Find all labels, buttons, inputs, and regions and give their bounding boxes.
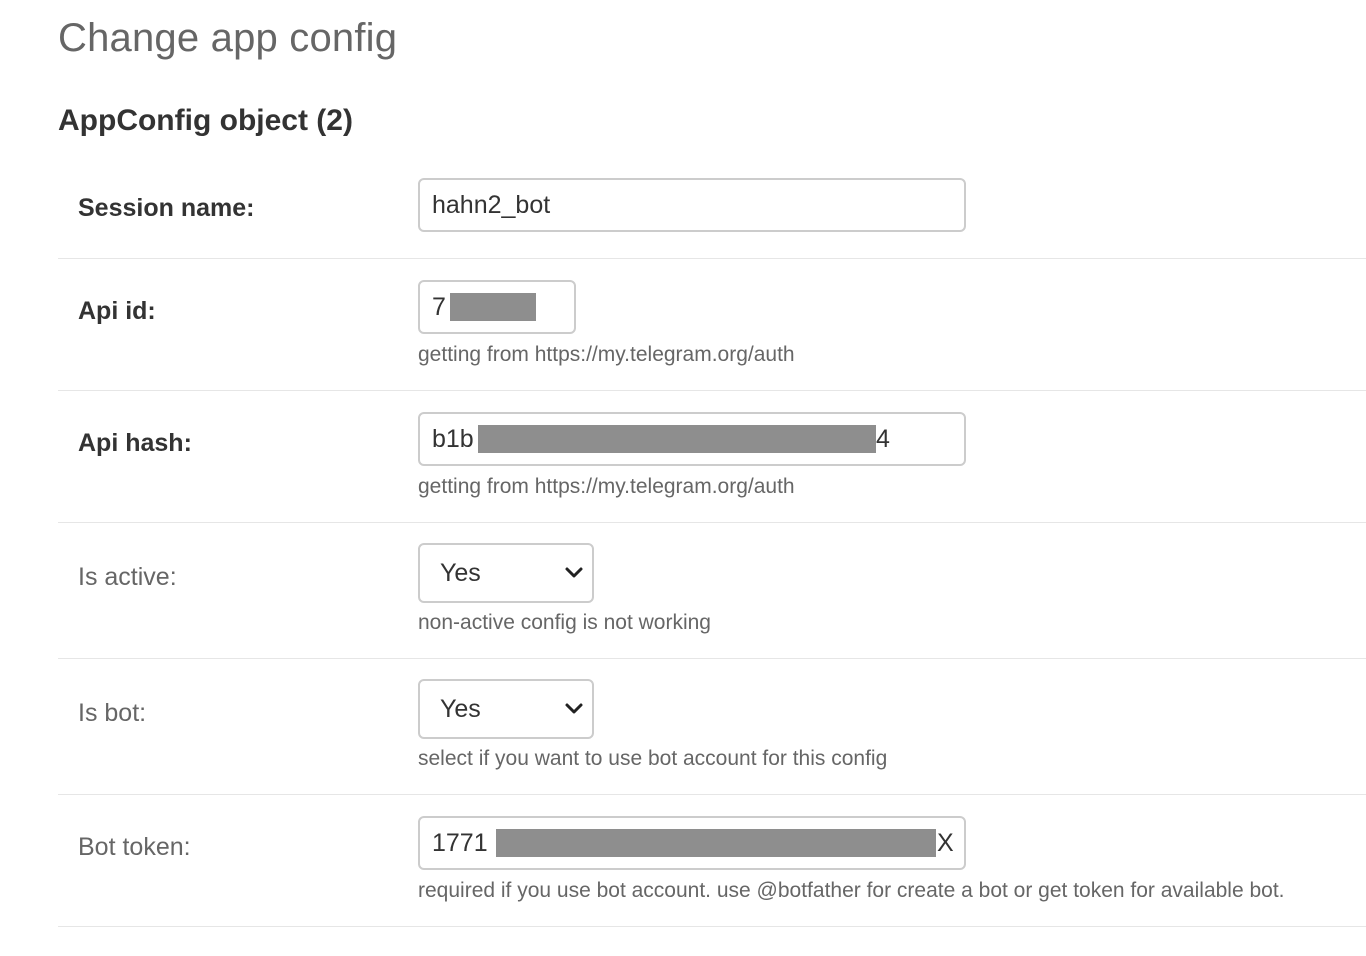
is-bot-help: select if you want to use bot account fo… [418,747,888,770]
is-active-selected-value: Yes [440,559,481,587]
page-title: Change app config [58,16,398,60]
api-hash-value-tail: 4 [876,425,890,453]
chevron-down-icon [565,703,583,714]
form-row-session-name: Session name: hahn2_bot [58,158,1366,259]
session-name-input[interactable]: hahn2_bot [418,178,966,232]
is-active-label: Is active: [78,563,177,591]
api-id-label: Api id: [78,297,156,325]
bot-token-redaction [496,829,936,857]
session-name-value: hahn2_bot [432,191,551,219]
api-id-value: 7 [432,293,446,321]
api-hash-input[interactable]: b1b 4 [418,412,966,466]
bot-token-help: required if you use bot account. use @bo… [418,879,1285,902]
is-bot-select[interactable]: Yes [418,679,594,739]
form-row-bot-token: Bot token: 1771 X required if you use bo… [58,795,1366,927]
api-id-input[interactable]: 7 [418,280,576,334]
bot-token-value-tail: X [937,829,954,857]
is-bot-selected-value: Yes [440,695,481,723]
is-bot-label: Is bot: [78,699,147,727]
form-row-is-active: Is active: Yes non-active config is not … [58,523,1366,659]
bot-token-value: 1771 [432,829,488,857]
api-id-help: getting from https://my.telegram.org/aut… [418,343,795,366]
session-name-label: Session name: [78,194,255,222]
api-hash-redaction [478,425,876,453]
api-id-redaction [450,293,536,321]
object-title: AppConfig object (2) [58,104,353,137]
api-hash-value: b1b [432,425,474,453]
api-hash-help: getting from https://my.telegram.org/aut… [418,475,795,498]
bot-token-input[interactable]: 1771 X [418,816,966,870]
is-active-help: non-active config is not working [418,611,711,634]
form-row-api-hash: Api hash: b1b 4 getting from https://my.… [58,391,1366,523]
form-row-is-bot: Is bot: Yes select if you want to use bo… [58,659,1366,795]
is-active-select[interactable]: Yes [418,543,594,603]
bot-token-label: Bot token: [78,833,191,861]
chevron-down-icon [565,567,583,578]
api-hash-label: Api hash: [78,429,192,457]
form-row-api-id: Api id: 7 getting from https://my.telegr… [58,259,1366,391]
